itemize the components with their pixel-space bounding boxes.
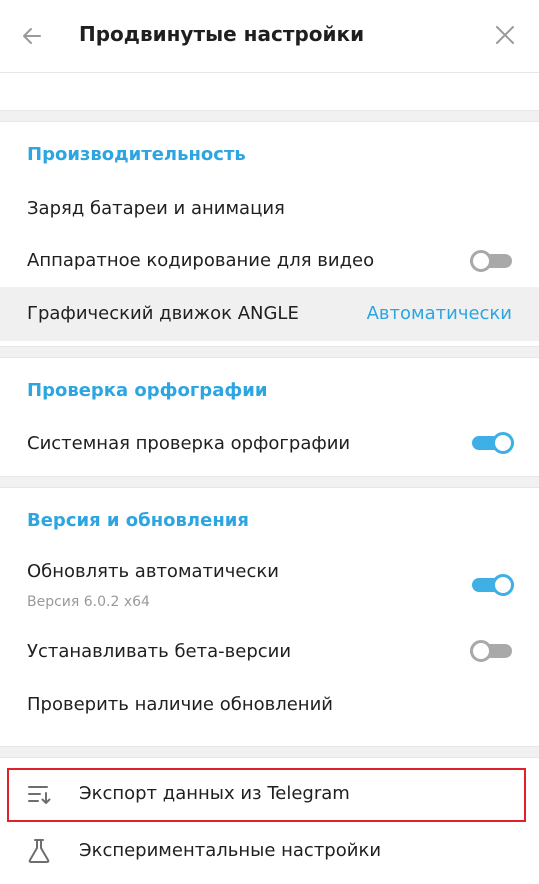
beta-versions-toggle[interactable] xyxy=(470,640,512,662)
auto-update-label: Обновлять автоматически xyxy=(27,561,279,582)
beta-versions-label: Устанавливать бета-версии xyxy=(27,641,292,662)
hw-encoding-toggle[interactable] xyxy=(470,250,512,272)
toggle-knob xyxy=(492,574,514,596)
highlight-frame xyxy=(7,768,526,822)
experimental-settings-label: Экспериментальные настройки xyxy=(79,840,382,861)
section-divider xyxy=(0,746,539,758)
section-title-updates: Версия и обновления xyxy=(27,510,249,531)
toggle-knob xyxy=(492,432,514,454)
angle-engine-label: Графический движок ANGLE xyxy=(27,303,299,324)
section-divider xyxy=(0,110,539,122)
section-divider xyxy=(0,476,539,488)
angle-engine-row[interactable]: Графический движок ANGLE Автоматически xyxy=(0,287,539,341)
check-updates-label: Проверить наличие обновлений xyxy=(27,694,333,715)
close-button[interactable] xyxy=(487,17,523,53)
toggle-knob xyxy=(470,250,492,272)
arrow-left-icon xyxy=(23,28,41,44)
flask-icon xyxy=(28,839,50,863)
hw-encoding-row[interactable]: Аппаратное кодирование для видео xyxy=(0,238,539,286)
system-spellcheck-row[interactable]: Системная проверка орфографии xyxy=(0,420,539,468)
beta-versions-row[interactable]: Устанавливать бета-версии xyxy=(0,628,539,676)
system-spellcheck-label: Системная проверка орфографии xyxy=(27,433,351,454)
battery-animation-row[interactable]: Заряд батареи и анимация xyxy=(0,186,539,234)
angle-engine-value: Автоматически xyxy=(366,303,512,324)
toggle-knob xyxy=(470,640,492,662)
section-title-spellcheck: Проверка орфографии xyxy=(27,380,268,401)
battery-animation-label: Заряд батареи и анимация xyxy=(27,198,285,219)
system-spellcheck-toggle[interactable] xyxy=(472,432,514,454)
section-title-performance: Производительность xyxy=(27,144,246,165)
hw-encoding-label: Аппаратное кодирование для видео xyxy=(27,250,375,271)
auto-update-toggle[interactable] xyxy=(472,574,514,596)
back-button[interactable] xyxy=(14,18,50,54)
check-updates-row[interactable]: Проверить наличие обновлений xyxy=(0,682,539,730)
version-text: Версия 6.0.2 x64 xyxy=(27,594,150,610)
auto-update-row[interactable]: Обновлять автоматически Версия 6.0.2 x64 xyxy=(0,552,539,616)
close-icon xyxy=(496,26,514,44)
header-bar: Продвинутые настройки xyxy=(0,0,539,73)
section-divider xyxy=(0,346,539,358)
page-title: Продвинутые настройки xyxy=(79,22,365,46)
experimental-settings-row[interactable]: Экспериментальные настройки xyxy=(0,826,539,876)
